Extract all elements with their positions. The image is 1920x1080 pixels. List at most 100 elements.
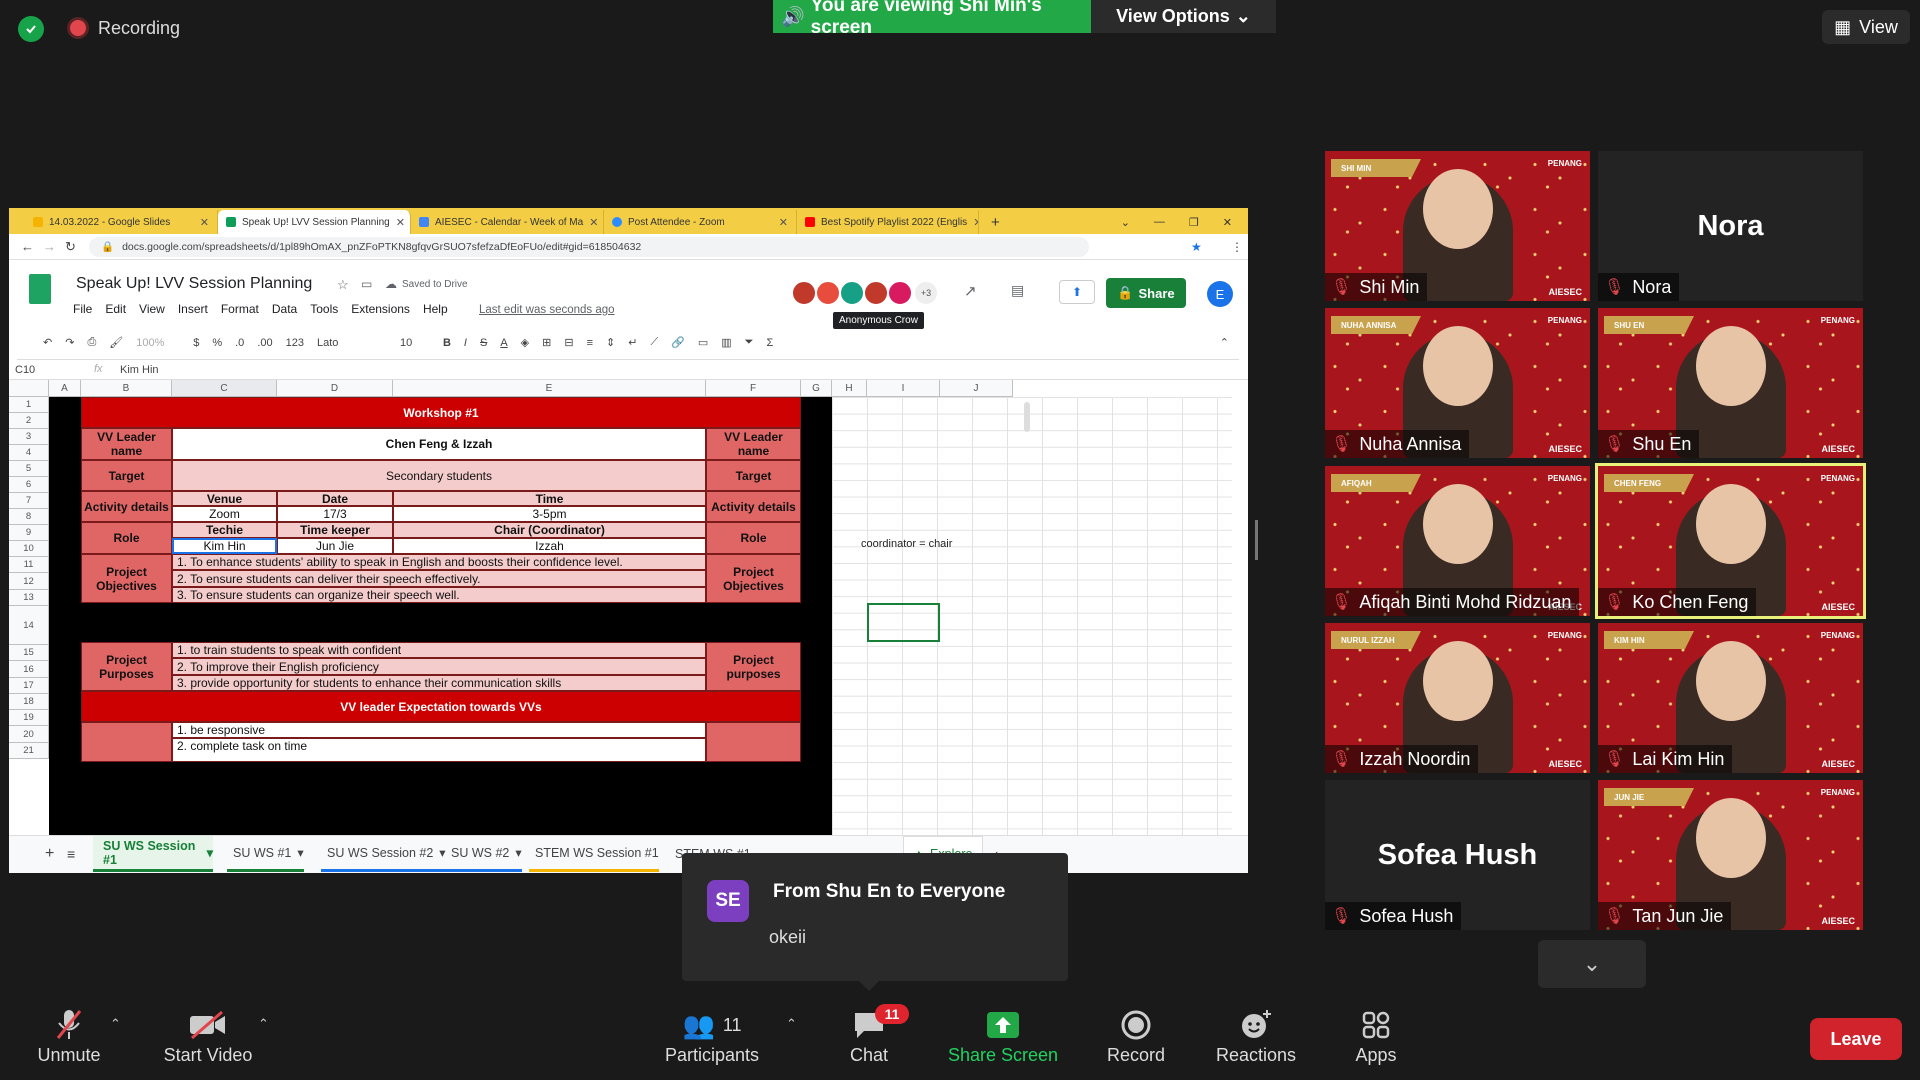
cell-activity-label-right[interactable]: Activity details: [706, 491, 801, 522]
cell-objectives-label-right[interactable]: Project Objectives: [706, 554, 801, 603]
close-icon[interactable]: ✕: [396, 216, 405, 229]
browser-tab-active[interactable]: Speak Up! LVV Session Planning ✕: [218, 210, 411, 234]
all-sheets-icon[interactable]: ≡: [67, 836, 75, 872]
row-header[interactable]: 21: [9, 743, 49, 759]
maximize-icon[interactable]: ❐: [1189, 216, 1199, 229]
share-button[interactable]: 🔒 Share: [1106, 278, 1186, 308]
cell-target-label[interactable]: Target: [81, 460, 172, 491]
decrease-decimal-button[interactable]: .0: [235, 337, 244, 349]
menu-edit[interactable]: Edit: [105, 302, 126, 316]
close-window-icon[interactable]: ✕: [1223, 216, 1232, 229]
collaborator-avatar[interactable]: [815, 280, 841, 306]
reload-icon[interactable]: ↻: [65, 239, 76, 255]
print-icon[interactable]: ⎙: [87, 336, 96, 349]
link-icon[interactable]: 🔗: [671, 336, 685, 349]
tab-search-icon[interactable]: ⌄: [1121, 216, 1130, 229]
participant-tile[interactable]: NURUL IZZAH PENANG AIESEC 🎙 Izzah Noordin: [1325, 623, 1590, 773]
cell-time-header[interactable]: Time: [393, 491, 706, 506]
browser-tab[interactable]: AIESEC - Calendar - Week of Ma ✕: [411, 210, 604, 234]
collaborator-avatar[interactable]: [863, 280, 889, 306]
row-header[interactable]: 10: [9, 541, 49, 557]
row-header[interactable]: 8: [9, 509, 49, 525]
vertical-scrollbar[interactable]: [1024, 402, 1030, 432]
view-options-button[interactable]: View Options ⌄: [1091, 0, 1276, 33]
menu-file[interactable]: File: [73, 302, 92, 316]
cell-purposes-label-right[interactable]: Project purposes: [706, 642, 801, 691]
new-tab-icon[interactable]: +: [979, 210, 1000, 234]
chat-button[interactable]: Chat: [809, 1005, 929, 1066]
collapse-icon[interactable]: ⌃: [1220, 336, 1229, 349]
column-header[interactable]: E: [393, 380, 706, 397]
security-shield-icon[interactable]: [18, 16, 44, 42]
leave-button[interactable]: Leave: [1810, 1018, 1902, 1060]
column-header[interactable]: D: [277, 380, 393, 397]
cell-chair-header[interactable]: Chair (Coordinator): [393, 522, 706, 538]
star-icon[interactable]: ★: [1191, 240, 1202, 254]
formula-input[interactable]: Kim Hin: [120, 364, 159, 376]
cell-expectation-1[interactable]: 1. be responsive: [172, 722, 706, 738]
participant-tile[interactable]: SHU EN PENANG AIESEC 🎙 Shu En: [1598, 308, 1863, 458]
spreadsheet-grid[interactable]: A B C D E F G H I J 1 2 3 4 5 6 7 8 9 10 11 12 13 14 1…: [9, 380, 1239, 835]
column-header[interactable]: J: [940, 380, 1013, 397]
star-icon[interactable]: ☆: [337, 277, 349, 293]
sheet-tab[interactable]: STEM WS Session #1: [529, 836, 659, 872]
cell-vv-leader-label[interactable]: VV Leader name: [81, 428, 172, 460]
cell-c10-selected[interactable]: Kim Hin: [172, 538, 277, 554]
cell-expectation-2[interactable]: 2. complete task on time: [172, 738, 706, 762]
browser-tab[interactable]: 14.03.2022 - Google Slides ✕: [25, 210, 218, 234]
cell-purpose-1[interactable]: 1. to train students to speak with confi…: [172, 642, 706, 658]
start-video-button[interactable]: Start Video: [148, 1005, 268, 1066]
menu-help[interactable]: Help: [423, 302, 448, 316]
cell-workshop[interactable]: Workshop #1: [81, 397, 801, 428]
browser-tab[interactable]: Post Attendee - Zoom ✕: [604, 210, 797, 234]
cell-timekeeper-header[interactable]: Time keeper: [277, 522, 393, 538]
text-color-icon[interactable]: A: [500, 337, 507, 349]
row-header[interactable]: 17: [9, 678, 49, 694]
reactions-button[interactable]: Reactions: [1196, 1005, 1316, 1066]
filter-icon[interactable]: ⏷: [745, 336, 754, 349]
participant-tile[interactable]: Nora 🎙 Nora: [1598, 151, 1863, 301]
bold-icon[interactable]: B: [443, 337, 451, 349]
currency-button[interactable]: $: [193, 337, 199, 349]
borders-icon[interactable]: ⊞: [542, 336, 551, 349]
comment-icon[interactable]: ▭: [698, 336, 708, 349]
fill-color-icon[interactable]: ◈: [521, 336, 529, 349]
menu-format[interactable]: Format: [221, 302, 259, 316]
cell-expectation-label-right[interactable]: [706, 722, 801, 762]
column-header[interactable]: F: [706, 380, 801, 397]
column-header[interactable]: I: [867, 380, 940, 397]
row-header[interactable]: 15: [9, 645, 49, 661]
row-header[interactable]: 4: [9, 445, 49, 461]
close-icon[interactable]: ✕: [589, 216, 598, 229]
column-header[interactable]: G: [801, 380, 832, 397]
back-icon[interactable]: ←: [21, 239, 34, 254]
menu-icon[interactable]: ⋮: [1231, 240, 1243, 254]
row-header[interactable]: 11: [9, 557, 49, 573]
cell-leader-value[interactable]: Chen Feng & Izzah: [172, 428, 706, 460]
cell-activity-label[interactable]: Activity details: [81, 491, 172, 522]
forward-icon[interactable]: →: [43, 239, 56, 254]
add-sheet-icon[interactable]: +: [45, 836, 54, 872]
menu-insert[interactable]: Insert: [178, 302, 208, 316]
cell-purposes-label[interactable]: Project Purposes: [81, 642, 172, 691]
recording-label[interactable]: Recording: [98, 18, 180, 39]
participant-tile[interactable]: KIM HIN PENANG AIESEC 🎙 Lai Kim Hin: [1598, 623, 1863, 773]
last-edit-link[interactable]: Last edit was seconds ago: [479, 304, 615, 316]
cell-objective-3[interactable]: 3. To ensure students can organize their…: [172, 587, 706, 603]
font-size-select[interactable]: 10: [400, 337, 430, 349]
row-header[interactable]: 14: [9, 606, 49, 645]
cell-expectation-header[interactable]: VV leader Expectation towards VVs: [81, 691, 801, 722]
wrap-icon[interactable]: ↵: [628, 336, 637, 349]
close-icon[interactable]: ✕: [200, 216, 209, 229]
cell-vv-leader-label-right[interactable]: VV Leader name: [706, 428, 801, 460]
row-header[interactable]: 20: [9, 726, 49, 743]
menu-extensions[interactable]: Extensions: [351, 302, 410, 316]
cell-target-value[interactable]: Secondary students: [172, 460, 706, 491]
cell-date-header[interactable]: Date: [277, 491, 393, 506]
participant-tile[interactable]: NUHA ANNISA PENANG AIESEC 🎙 Nuha Annisa: [1325, 308, 1590, 458]
cell-venue-header[interactable]: Venue: [172, 491, 277, 506]
comment-icon[interactable]: ▤: [1011, 282, 1024, 299]
trend-icon[interactable]: ↗: [964, 282, 977, 300]
folder-icon[interactable]: ▭: [361, 277, 372, 291]
chat-notification[interactable]: SE From Shu En to Everyone okeii: [682, 853, 1068, 981]
